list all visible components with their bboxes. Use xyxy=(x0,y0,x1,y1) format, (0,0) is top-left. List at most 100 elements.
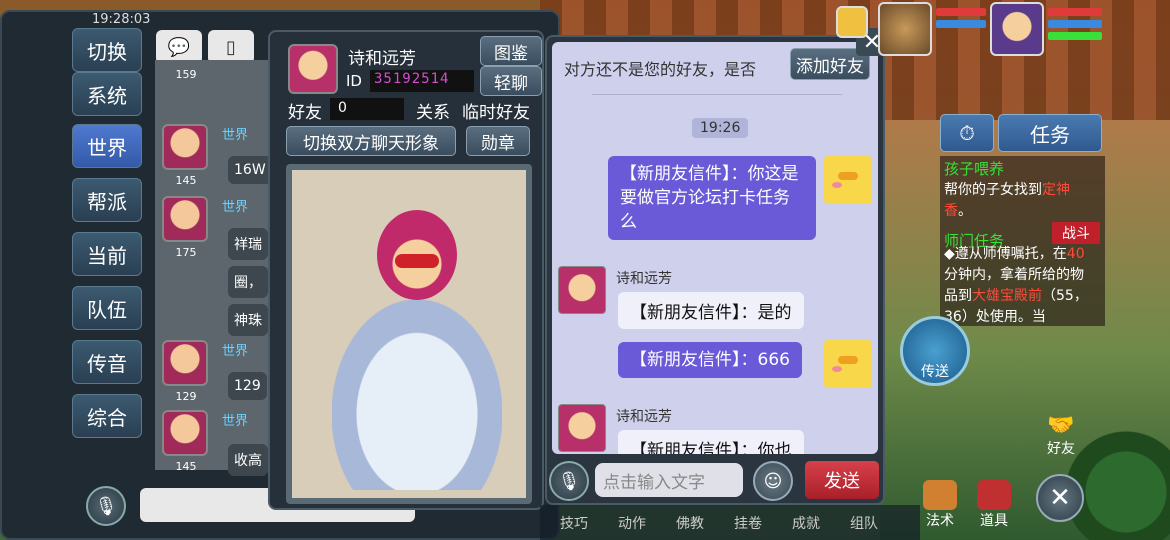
player-level: 145 xyxy=(175,460,197,473)
bottom-function-bar: 技巧 动作 佛教 挂卷 成就 组队 xyxy=(540,505,920,540)
message-peek: 神珠 xyxy=(228,304,268,336)
message-peek: 129 xyxy=(228,372,267,400)
friendship-label: 好友 xyxy=(288,103,322,123)
character-mask xyxy=(395,254,439,268)
player-level: 145 xyxy=(175,174,197,187)
avatar[interactable] xyxy=(162,340,208,386)
player-hp-bar xyxy=(1048,8,1102,16)
tab-switch[interactable]: 切换 xyxy=(72,28,142,72)
friends-label: 好友 xyxy=(1047,440,1075,457)
bottom-item[interactable]: 挂卷 xyxy=(734,513,762,532)
sender-name: 诗和远芳 xyxy=(616,409,672,425)
chat-message-mine: 【新朋友信件】：你这是要做官方论坛打卡任务么 xyxy=(608,156,816,240)
player-level: 129 xyxy=(175,390,197,403)
light-chat-button[interactable]: 轻聊 xyxy=(480,66,542,96)
character-body xyxy=(332,300,502,490)
channel-tag: 世界 xyxy=(222,344,249,359)
atlas-button[interactable]: 图鉴 xyxy=(480,36,542,66)
chat-message-theirs: 【新朋友信件】：是的 xyxy=(618,292,804,329)
items-label: 道具 xyxy=(980,513,1008,529)
task-description: 帮你的子女找到定神香。 xyxy=(944,182,1070,219)
message-peek: 圈， xyxy=(228,266,268,298)
bottom-item[interactable]: 技巧 xyxy=(560,513,588,532)
phone-icon[interactable]: ▯ xyxy=(208,30,254,64)
task-button[interactable]: 任务 xyxy=(998,114,1102,152)
timer-icon[interactable]: ⏱ xyxy=(940,114,994,152)
bottom-item[interactable]: 成就 xyxy=(792,513,820,532)
message-timestamp: 19:26 xyxy=(692,118,749,138)
sender-name: 诗和远芳 xyxy=(616,271,672,287)
medal-button[interactable]: 勋章 xyxy=(466,126,530,156)
profile-panel: 诗和远芳 ID 35192514 图鉴 轻聊 好友 0 关系 临时好友 切换双方… xyxy=(268,30,544,510)
teleport-label: 传送 xyxy=(921,364,949,380)
close-menu-icon[interactable]: ✕ xyxy=(1036,474,1084,522)
tab-guild[interactable]: 帮派 xyxy=(72,178,142,222)
microphone-icon[interactable]: 🎙 xyxy=(86,486,126,526)
chest-icon xyxy=(977,480,1011,510)
avatar[interactable] xyxy=(558,404,606,452)
id-value: 35192514 xyxy=(370,70,474,92)
player-portrait[interactable] xyxy=(990,2,1044,56)
channel-message-list[interactable] xyxy=(155,60,275,470)
emoji-icon[interactable]: ☺ xyxy=(753,461,793,501)
pet-mp-bar xyxy=(936,20,986,28)
relation-value: 临时好友 xyxy=(462,103,530,123)
magic-button[interactable]: 法术 xyxy=(918,480,962,530)
avatar[interactable] xyxy=(162,410,208,456)
duck-avatar-icon xyxy=(824,156,872,204)
items-button[interactable]: 道具 xyxy=(972,480,1016,530)
switch-appearance-button[interactable]: 切换双方聊天形象 xyxy=(286,126,456,156)
tab-system[interactable]: 系统 xyxy=(72,72,142,116)
magic-label: 法术 xyxy=(926,513,954,529)
magic-icon xyxy=(923,480,957,510)
task-description: ◆遵从师傅嘱托，在40分钟内，拿着所给的物品到大雄宝殿前（55，36）处使用。当 xyxy=(944,246,1088,325)
chat-bubble-icon[interactable]: 💬 xyxy=(156,30,202,64)
handshake-icon: 🤝 xyxy=(1047,412,1075,438)
task-title: 孩子喂养 xyxy=(944,160,1005,178)
channel-tag: 世界 xyxy=(222,200,249,215)
message-input[interactable]: 点击输入文字 xyxy=(595,463,743,497)
character-portrait xyxy=(286,164,532,504)
message-peek: 16W xyxy=(228,156,272,184)
channel-tag: 世界 xyxy=(222,128,249,143)
friends-button[interactable]: 🤝 好友 xyxy=(1036,410,1086,460)
chat-message-theirs: 【新朋友信件】：你也 xyxy=(618,430,804,454)
player-level: 159 xyxy=(175,68,197,81)
profile-name: 诗和远芳 xyxy=(348,49,416,69)
not-friend-notice: 对方还不是您的好友，是否 xyxy=(564,60,757,79)
bottom-item[interactable]: 佛教 xyxy=(676,513,704,532)
pet-hp-bar xyxy=(936,8,986,16)
avatar[interactable] xyxy=(162,196,208,242)
channel-tag: 世界 xyxy=(222,414,249,429)
player-mp-bar xyxy=(1048,20,1102,28)
status-time: 19:28:03 xyxy=(92,12,151,27)
battle-badge: 战斗 xyxy=(1052,222,1100,244)
tab-world[interactable]: 世界 xyxy=(72,124,142,168)
tab-all[interactable]: 综合 xyxy=(72,394,142,438)
avatar[interactable] xyxy=(558,266,606,314)
relation-label: 关系 xyxy=(416,103,450,123)
tab-current[interactable]: 当前 xyxy=(72,232,142,276)
bottom-item[interactable]: 组队 xyxy=(850,513,878,532)
divider xyxy=(592,94,842,95)
profile-avatar xyxy=(288,44,338,94)
player-exp-bar xyxy=(1048,32,1102,40)
tab-whisper[interactable]: 传音 xyxy=(72,340,142,384)
cat-icon[interactable] xyxy=(836,6,868,38)
chat-history[interactable]: 对方还不是您的好友，是否 添加好友 19:26 【新朋友信件】：你这是要做官方论… xyxy=(552,42,878,454)
send-button[interactable]: 发送 xyxy=(805,461,879,499)
avatar[interactable] xyxy=(162,124,208,170)
chat-message-mine: 【新朋友信件】：666 xyxy=(618,342,802,378)
pet-portrait[interactable] xyxy=(878,2,932,56)
tab-team[interactable]: 队伍 xyxy=(72,286,142,330)
duck-avatar-icon xyxy=(824,340,872,388)
microphone-icon[interactable]: 🎙 xyxy=(549,461,589,501)
bottom-item[interactable]: 动作 xyxy=(618,513,646,532)
player-level: 175 xyxy=(175,246,197,259)
id-label: ID xyxy=(346,72,362,90)
teleport-button[interactable]: 传送 xyxy=(900,316,970,386)
private-chat-window: 对方还不是您的好友，是否 添加好友 19:26 【新朋友信件】：你这是要做官方论… xyxy=(545,35,885,505)
message-peek: 祥瑞 xyxy=(228,228,268,260)
friendship-value: 0 xyxy=(330,98,404,120)
message-peek: 收高 xyxy=(228,444,268,476)
